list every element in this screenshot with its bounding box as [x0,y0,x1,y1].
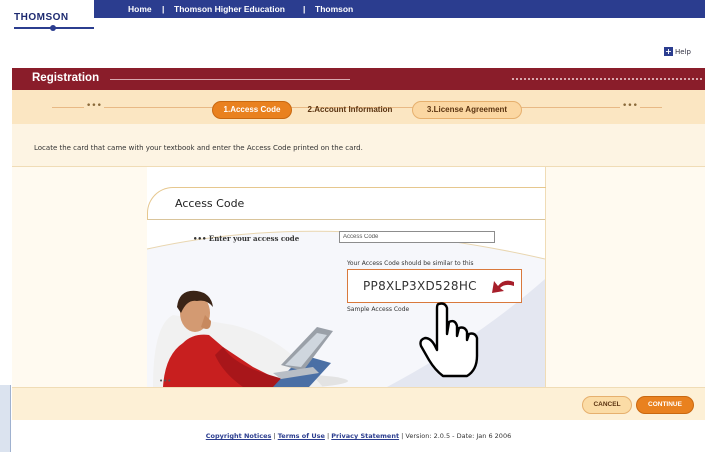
action-bar: CANCEL CONTINUE [12,387,705,420]
continue-button[interactable]: CONTINUE [636,396,694,414]
step-license-agreement: 3.License Agreement [412,101,522,119]
sample-access-code: PP8XLP3XD528HC [363,279,477,293]
left-column [12,167,147,387]
card-title: Access Code [175,197,245,210]
thomson-logo[interactable]: THOMSON [14,12,69,23]
access-code-input[interactable] [339,231,495,243]
card-ellipsis: ••• [159,377,172,385]
terms-link[interactable]: Terms of Use [278,432,325,440]
section-title: Registration [32,72,100,84]
instruction-panel: Locate the card that came with your text… [12,124,705,167]
step-account-information: 2.Account Information [307,105,393,114]
version-text: Version: 2.0.5 - Date: Jan 6 2006 [405,432,512,440]
step-indicator: ••• ••• 1.Access Code 2.Account Informat… [12,90,705,124]
left-window-bar [0,385,11,452]
footer-sep: | [327,432,330,440]
pointer-arrow-icon [492,280,514,293]
content-area: Access Code ••• Enter your access code •… [12,167,705,387]
logo-star-icon [50,25,56,31]
registration-bar: Registration [12,68,705,90]
footer-sep: | [401,432,404,440]
footer-sep: | [273,432,276,440]
nav-separator: | [303,4,306,14]
right-column [545,167,705,387]
privacy-link[interactable]: Privacy Statement [331,432,399,440]
left-window-strip [0,0,12,452]
access-code-card: Access Code ••• Enter your access code •… [147,167,546,387]
step-ellipsis-left: ••• [84,101,104,111]
registration-page: THOMSON Home | Thomson Higher Education … [12,0,705,452]
step-ellipsis-right: ••• [620,101,640,111]
instruction-text: Locate the card that came with your text… [34,144,363,152]
nav-thomson-link[interactable]: Thomson [315,4,353,14]
copyright-link[interactable]: Copyright Notices [206,432,272,440]
step-access-code: 1.Access Code [212,101,292,119]
top-nav: Home | Thomson Higher Education | Thomso… [94,0,705,18]
footer: Copyright Notices | Terms of Use | Priva… [12,432,705,440]
nav-higher-education-link[interactable]: Thomson Higher Education [174,4,285,14]
similar-hint-text: Your Access Code should be similar to th… [347,260,474,267]
help-icon: + [664,47,674,56]
student-laptop-photo [153,290,348,387]
card-header: Access Code [147,187,546,220]
help-link[interactable]: + Help [664,47,691,56]
help-label: Help [675,47,691,56]
nav-separator: | [162,4,165,14]
nav-home-link[interactable]: Home [128,4,152,14]
title-dots [512,78,702,82]
sample-code-label: Sample Access Code [347,306,410,313]
cancel-button[interactable]: CANCEL [582,396,632,414]
sample-code-box: PP8XLP3XD528HC [347,269,522,303]
title-rule [110,79,350,80]
hand-cursor-icon [419,302,479,378]
enter-code-label: ••• Enter your access code [193,234,300,243]
